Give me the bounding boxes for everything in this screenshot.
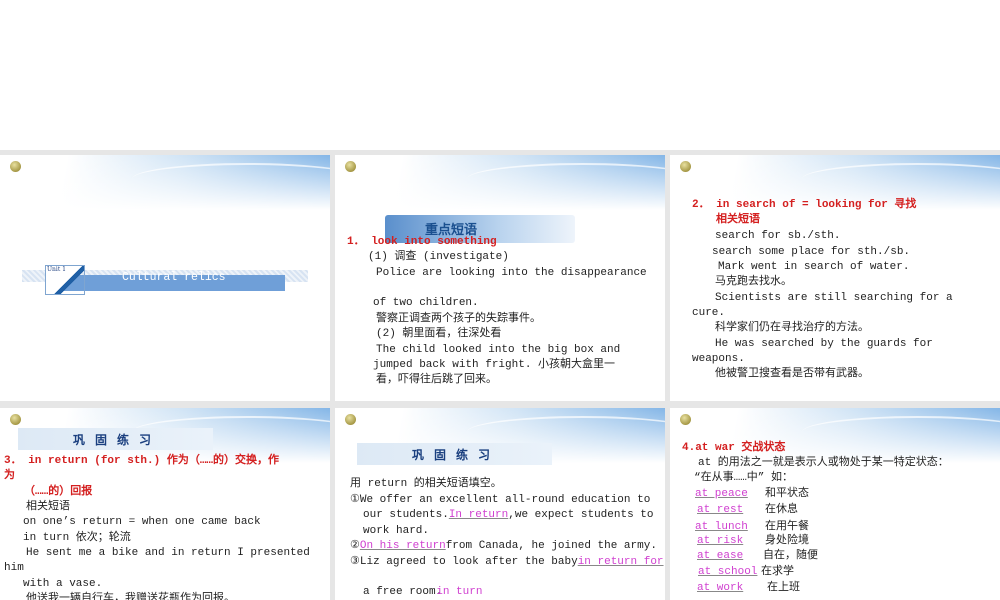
- text-line: 科学家们仍在寻找治疗的方法。: [715, 322, 869, 334]
- answer-1: In return: [448, 509, 509, 521]
- text-line: “在从事……中” 如：: [694, 472, 794, 484]
- example-item: at rest 在休息: [697, 504, 798, 516]
- text-line: (2) 朝里面看，往深处看: [376, 328, 502, 340]
- text-line: (1) 调查 (investigate): [368, 251, 509, 263]
- related-phrases-label: 相关短语: [716, 214, 760, 226]
- practice-banner: 巩固练习: [357, 443, 552, 465]
- phrase-heading-cont: 为: [4, 470, 15, 482]
- unit-badge: Unit 1: [45, 265, 85, 295]
- phrase-heading: 2． in search of = looking for 寻找: [692, 199, 917, 211]
- text-line: The child looked into the big box and: [376, 344, 621, 356]
- phrase-heading: 3． in return (for sth.) 作为（……的）交换，作: [4, 455, 280, 467]
- text-line: at 的用法之一就是表示人或物处于某一特定状态：: [698, 457, 949, 469]
- instruction: 用 return 的相关短语填空。: [350, 478, 502, 490]
- text-line: 警察正调查两个孩子的失踪事件。: [376, 313, 541, 325]
- example-item: at work 在上班: [697, 582, 800, 594]
- text-line: 他被警卫搜查看是否带有武器。: [715, 368, 869, 380]
- text-line: weapons.: [692, 353, 745, 365]
- example-item: at lunch 在用午餐: [695, 521, 809, 533]
- slide-1-thumbnail[interactable]: Unit 1 Cultural relics: [0, 155, 330, 401]
- example-item: at peace 和平状态: [695, 488, 809, 500]
- practice-banner: 巩固练习: [18, 428, 213, 450]
- slide-6-thumbnail[interactable]: 4.at war 交战状态 at 的用法之一就是表示人或物处于某一特定状态： “…: [670, 408, 1000, 600]
- header-swoosh: [0, 155, 330, 210]
- text-line: Mark went in search of water.: [718, 261, 910, 273]
- text-line: He was searched by the guards for: [715, 338, 933, 350]
- text-line: on one’s return = when one came back: [23, 516, 261, 528]
- text-line: 他送我一辆自行车，我赠送花瓶作为回报。: [26, 593, 235, 600]
- example-item: at ease 自在，随便: [697, 550, 818, 562]
- example-item: at school 在求学: [698, 566, 794, 578]
- gold-bullet-icon: [680, 414, 691, 425]
- question-1-line-3: work hard.: [363, 525, 430, 537]
- text-line: Police are looking into the disappearanc…: [376, 267, 647, 279]
- text-line: in turn 依次；轮流: [23, 532, 131, 544]
- text-line: search some place for sth./sb.: [712, 246, 911, 258]
- text-line: 相关短语: [26, 501, 70, 513]
- slide-2-thumbnail[interactable]: 重点短语 1． look into something (1) 调查 (inve…: [335, 155, 665, 401]
- header-swoosh: [335, 155, 665, 210]
- question-1-line-2: our students.In return,we expect student…: [363, 509, 654, 521]
- text-line: with a vase.: [23, 578, 103, 590]
- question-2: ②On his returnfrom Canada, he joined the…: [350, 540, 657, 552]
- phrase-heading: 4.at war 交战状态: [682, 442, 786, 454]
- text-line: He sent me a bike and in return I presen…: [26, 547, 310, 559]
- answer-4: in turn: [436, 586, 483, 598]
- answer-2: On his return: [359, 540, 446, 552]
- text-line: jumped back with fright. 小孩朝大盒里一: [373, 359, 616, 371]
- phrase-heading: 1． look into something: [347, 236, 497, 248]
- phrase-heading-cont: （……的）回报: [24, 486, 93, 498]
- gold-bullet-icon: [680, 161, 691, 172]
- text-line: him: [4, 562, 24, 574]
- gold-bullet-icon: [10, 414, 21, 425]
- slide-4-thumbnail[interactable]: 巩固练习 3． in return (for sth.) 作为（……的）交换，作…: [0, 408, 330, 600]
- answer-3: in return for: [577, 556, 664, 568]
- text-line: 看，吓得往后跳了回来。: [376, 374, 497, 386]
- text-line: 马克跑去找水。: [715, 276, 792, 288]
- slide-3-thumbnail[interactable]: 2． in search of = looking for 寻找 相关短语 se…: [670, 155, 1000, 401]
- question-1: ①We offer an excellent all-round educati…: [350, 494, 651, 506]
- text-line: of two children.: [373, 297, 479, 309]
- question-3: ③Liz agreed to look after the babyin ret…: [350, 556, 664, 568]
- gold-bullet-icon: [345, 414, 356, 425]
- gold-bullet-icon: [10, 161, 21, 172]
- example-item: at risk 身处险境: [697, 535, 809, 547]
- text-line: cure.: [692, 307, 726, 319]
- text-line: Scientists are still searching for a: [715, 292, 953, 304]
- unit-label: Unit 1: [47, 266, 66, 273]
- text-line: search for sb./sth.: [715, 230, 841, 242]
- slide-5-thumbnail[interactable]: 巩固练习 用 return 的相关短语填空。 ①We offer an exce…: [335, 408, 665, 600]
- slide-title: Cultural relics: [122, 271, 226, 284]
- question-3-line-2: a free room.in turn: [363, 586, 483, 598]
- gold-bullet-icon: [345, 161, 356, 172]
